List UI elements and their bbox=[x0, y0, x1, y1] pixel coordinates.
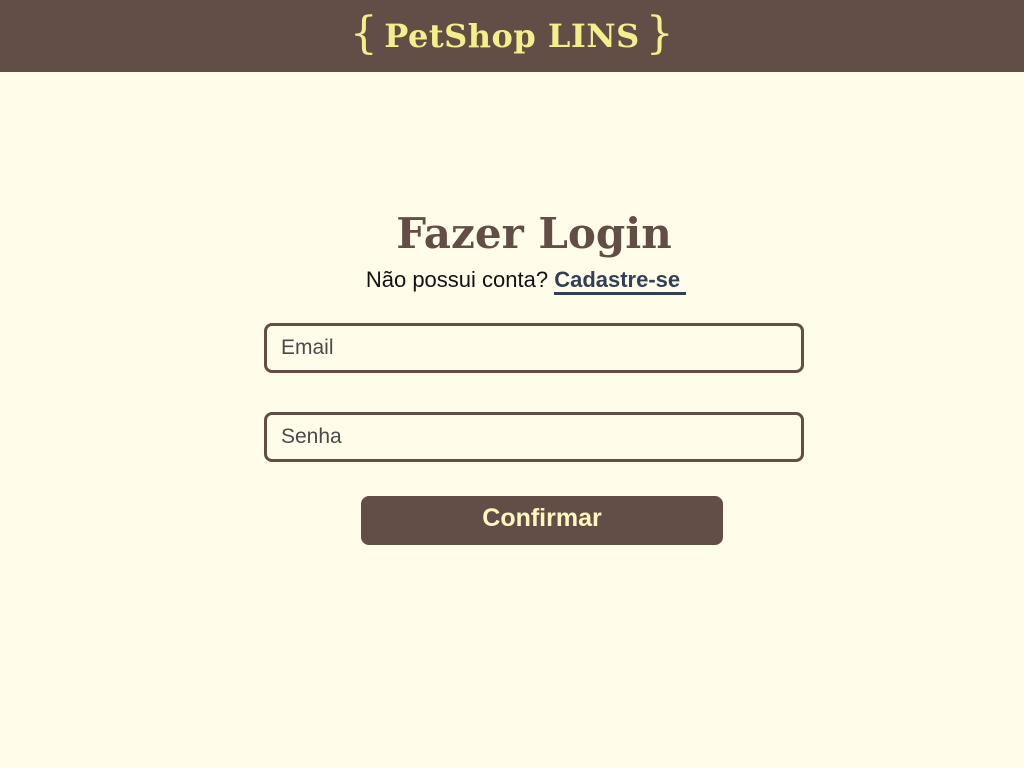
confirm-button[interactable]: Confirmar bbox=[361, 496, 723, 545]
brand-name: PetShop LINS bbox=[384, 17, 640, 55]
no-account-text: Não possui conta? bbox=[365, 267, 549, 292]
password-field[interactable] bbox=[264, 412, 804, 462]
email-field[interactable] bbox=[264, 323, 804, 373]
site-header: { PetShop LINS } bbox=[0, 0, 1024, 72]
brand-logo[interactable]: { PetShop LINS } bbox=[350, 12, 674, 56]
logo-brace-close: } bbox=[645, 8, 675, 59]
signup-link[interactable]: Cadastre-se bbox=[554, 267, 687, 295]
page-title: Fazer Login bbox=[396, 209, 672, 258]
logo-brace-open: { bbox=[349, 8, 379, 59]
signup-prompt: Não possui conta? Cadastre-se bbox=[0, 266, 1024, 295]
